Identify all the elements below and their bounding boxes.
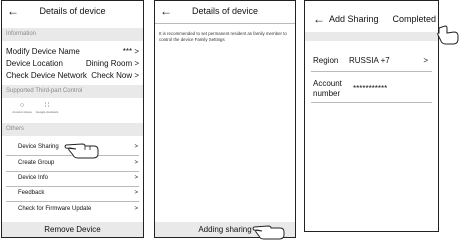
chevron-right-icon[interactable]: > [423, 56, 428, 65]
device-location-label: Device Location [6, 59, 63, 68]
page-title: Details of device [39, 6, 106, 16]
create-group-row[interactable]: Create Group > [18, 159, 138, 168]
chevron-right-icon: > [134, 175, 138, 181]
divider [6, 201, 139, 202]
create-group-label: Create Group [18, 160, 55, 166]
firmware-update-label: Check for Firmware Update [18, 206, 92, 212]
add-sharing-screen: ← Add Sharing Completed Region RUSSIA +7… [304, 0, 439, 232]
google-assistant-icon: ∷ [44, 102, 50, 109]
google-assistant-tile[interactable]: ∷ Google Assistant [32, 102, 62, 114]
header: ← Details of device [155, 1, 295, 23]
region-label: Region [313, 56, 339, 65]
chevron-right-icon: > [134, 190, 138, 196]
region-value[interactable]: RUSSIA +7 [349, 56, 390, 65]
header-divider [155, 23, 295, 24]
remove-device-button[interactable]: Remove Device [2, 222, 143, 237]
google-assistant-label: Google Assistant [35, 110, 59, 114]
chevron-right-icon: > [134, 144, 138, 150]
header: ← Add Sharing Completed [305, 1, 438, 26]
divider [6, 186, 139, 187]
chevron-right-icon: > [134, 160, 138, 166]
divider [311, 71, 432, 72]
firmware-update-row[interactable]: Check for Firmware Update > [18, 205, 138, 214]
pointing-hand-icon [252, 225, 285, 240]
check-network-label: Check Device Network [6, 71, 87, 80]
device-details-screen: ← Details of device Information Modify D… [1, 0, 144, 238]
sharing-recommendation-text: It is recommended to set permanent resid… [159, 31, 287, 42]
back-arrow-icon[interactable]: ← [313, 12, 325, 26]
section-others: Others [2, 123, 143, 136]
divider [311, 102, 432, 103]
pointing-hand-icon [437, 25, 459, 45]
device-info-row[interactable]: Device Info > [18, 174, 138, 183]
page-title: Details of device [191, 6, 259, 16]
modify-device-name-value: *** > [122, 47, 139, 56]
device-location-value: Dining Room > [85, 59, 139, 68]
device-location-row[interactable]: Device Location Dining Room > [6, 58, 139, 69]
feedback-label: Feedback [18, 190, 45, 196]
section-information: Information [2, 28, 143, 41]
completed-button[interactable]: Completed [392, 14, 436, 24]
check-network-value: Check Now > [91, 71, 139, 80]
pointing-hand-icon [64, 143, 99, 159]
modify-device-name-label: Modify Device Name [6, 47, 80, 56]
account-number-label: Account number [313, 79, 342, 98]
spacer-bar [305, 32, 438, 41]
account-number-input[interactable]: *********** [353, 84, 387, 93]
device-details-sharing-screen: ← Details of device It is recommended to… [154, 0, 296, 238]
modify-device-name-row[interactable]: Modify Device Name *** > [6, 46, 139, 57]
device-info-label: Device Info [18, 175, 49, 181]
device-sharing-label: Device Sharing [18, 144, 59, 150]
feedback-row[interactable]: Feedback > [18, 189, 138, 198]
section-third-party: Supported Third-part Control [2, 85, 143, 98]
check-network-row[interactable]: Check Device Network Check Now > [6, 70, 139, 81]
divider [6, 171, 139, 172]
chevron-right-icon: > [134, 206, 138, 212]
header: ← Details of device [2, 1, 143, 23]
page-title: Add Sharing [329, 14, 379, 24]
